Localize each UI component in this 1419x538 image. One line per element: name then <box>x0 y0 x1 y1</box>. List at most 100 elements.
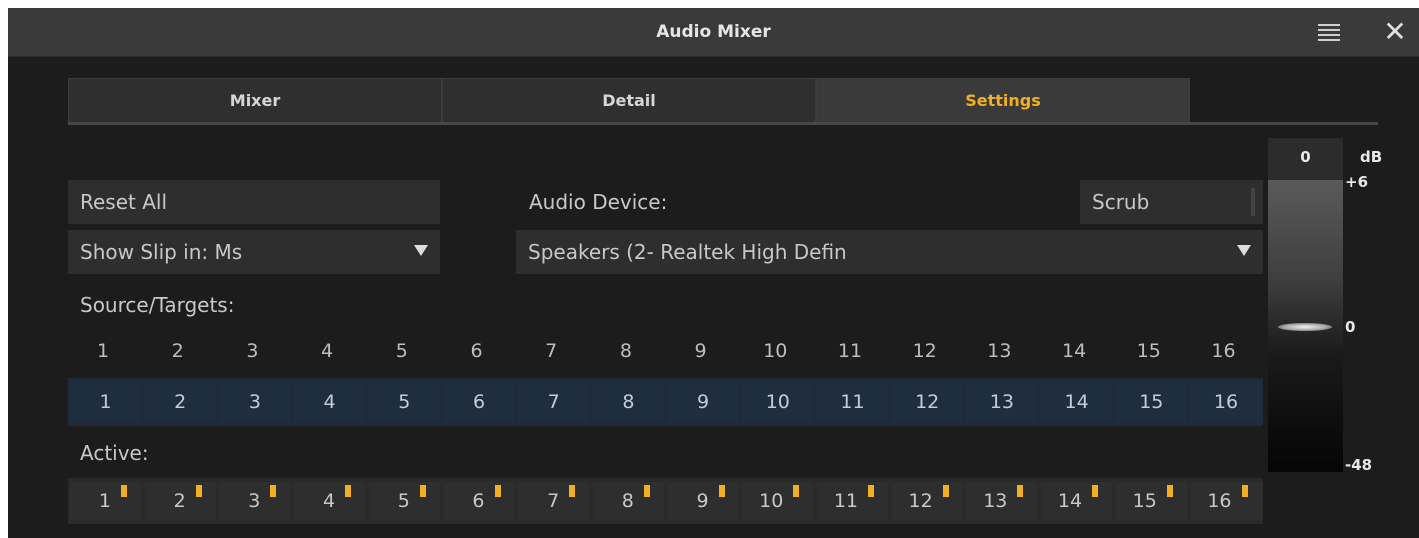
active-indicator-icon <box>1017 485 1024 497</box>
db-tick-minus48: -48 <box>1345 456 1373 474</box>
routing-target-cell[interactable]: 15 <box>1115 382 1187 422</box>
active-channel-toggle[interactable]: 3 <box>219 482 291 520</box>
channel-number-label: 11 <box>837 340 863 362</box>
channel-number-label: 3 <box>246 340 259 362</box>
active-channel-number: 16 <box>1207 490 1232 512</box>
routing-target-cell[interactable]: 9 <box>667 382 739 422</box>
active-channel-number: 2 <box>173 490 186 512</box>
routing-target-cell[interactable]: 12 <box>891 382 963 422</box>
routing-target-cell[interactable]: 4 <box>294 382 366 422</box>
tab-mixer[interactable]: Mixer <box>68 78 442 124</box>
channel-number-label: 8 <box>619 340 632 362</box>
active-indicator-icon <box>868 485 874 497</box>
active-indicator-icon <box>718 485 725 497</box>
active-channel-number: 8 <box>621 490 634 512</box>
active-channel-number: 3 <box>248 490 261 512</box>
routing-target-cell[interactable]: 13 <box>966 382 1038 422</box>
channel-number-label: 15 <box>1136 340 1161 362</box>
reset-all-label: Reset All <box>80 190 168 214</box>
active-channel-number: 6 <box>472 490 485 512</box>
level-meter[interactable] <box>1268 180 1343 472</box>
title-bar: Audio Mixer ✕ <box>8 8 1419 57</box>
active-channel-toggle[interactable]: 14 <box>1041 482 1113 520</box>
active-channel-number: 14 <box>1057 490 1083 512</box>
channel-number-label: 13 <box>987 340 1012 362</box>
active-indicator-icon <box>195 485 202 497</box>
meter-level-readout: 0 <box>1300 148 1311 166</box>
active-channel-toggle[interactable]: 8 <box>592 482 664 520</box>
tab-detail[interactable]: Detail <box>442 78 816 124</box>
active-channel-toggle[interactable]: 4 <box>294 482 366 520</box>
reset-all-button[interactable]: Reset All <box>68 180 440 224</box>
audio-device-value: Speakers (2- Realtek High Defin <box>528 240 847 264</box>
active-channel-number: 12 <box>908 490 933 512</box>
routing-target-cell[interactable]: 16 <box>1190 382 1262 422</box>
active-channel-number: 10 <box>759 490 784 512</box>
audio-mixer-window: Audio Mixer ✕ Mixer Detail Settings Rese… <box>8 8 1419 538</box>
routing-target-cell[interactable]: 7 <box>518 382 590 422</box>
meter-readout-box: 0 <box>1268 138 1343 180</box>
channel-number-label: 14 <box>1062 340 1087 362</box>
active-indicator-icon <box>569 485 576 497</box>
active-channel-toggle[interactable]: 9 <box>667 482 739 520</box>
active-channel-toggle[interactable]: 6 <box>443 482 515 520</box>
active-channel-toggle[interactable]: 12 <box>891 482 963 520</box>
routing-target-cell[interactable]: 3 <box>219 382 291 422</box>
scrub-label: Scrub <box>1092 190 1150 214</box>
active-indicator-icon <box>643 485 650 497</box>
active-channel-toggle[interactable]: 5 <box>368 482 440 520</box>
channel-number-label: 9 <box>694 340 707 362</box>
scrub-toggle[interactable]: Scrub <box>1080 180 1263 224</box>
active-channel-toggle[interactable]: 15 <box>1115 482 1187 520</box>
active-channel-toggle[interactable]: 10 <box>742 482 814 520</box>
active-channel-number: 5 <box>397 490 410 512</box>
active-indicator-icon <box>1092 485 1099 497</box>
channel-number-label: 16 <box>1211 340 1236 362</box>
audio-device-label: Audio Device: <box>529 190 668 214</box>
active-channel-number: 15 <box>1132 490 1157 512</box>
active-channel-toggle[interactable]: 13 <box>966 482 1038 520</box>
routing-target-cell[interactable]: 2 <box>144 382 216 422</box>
routing-target-cell[interactable]: 1 <box>70 382 141 422</box>
active-indicator-icon <box>419 485 426 497</box>
active-channel-toggle[interactable]: 16 <box>1190 482 1262 520</box>
db-unit-label: dB <box>1360 148 1383 166</box>
routing-target-cell[interactable]: 10 <box>742 382 814 422</box>
channel-number-label: 2 <box>171 340 184 362</box>
window-title: Audio Mixer <box>656 22 771 42</box>
menu-lines-icon[interactable] <box>1318 24 1340 41</box>
tab-settings[interactable]: Settings <box>816 78 1190 124</box>
channel-number-label: 6 <box>470 340 483 362</box>
active-label: Active: <box>80 441 149 465</box>
source-targets-label: Source/Targets: <box>80 293 235 317</box>
active-indicator-icon <box>1241 485 1248 497</box>
close-icon[interactable]: ✕ <box>1380 16 1410 48</box>
routing-target-cell[interactable]: 8 <box>592 382 664 422</box>
routing-target-cell[interactable]: 6 <box>443 382 515 422</box>
scrub-indicator <box>1251 188 1255 216</box>
active-indicator-icon <box>793 485 800 497</box>
routing-target-cell[interactable]: 14 <box>1041 382 1113 422</box>
fader-handle[interactable] <box>1278 323 1332 332</box>
active-channel-toggle[interactable]: 7 <box>518 482 590 520</box>
routing-target-cell[interactable]: 5 <box>368 382 440 422</box>
active-channel-number: 4 <box>323 490 336 512</box>
routing-row: 1 2 3 4 5 6 7 8 9 10 11 12 13 14 15 16 <box>68 378 1263 426</box>
active-indicator-icon <box>942 485 949 497</box>
channel-number-label: 12 <box>912 340 937 362</box>
chevron-down-icon <box>414 245 428 256</box>
channel-number-label: 5 <box>395 340 408 362</box>
active-channel-toggle[interactable]: 2 <box>144 482 216 520</box>
active-indicator-icon <box>345 485 352 497</box>
active-channel-number: 13 <box>983 490 1008 512</box>
tab-divider <box>68 122 1378 125</box>
channel-number-label: 7 <box>545 340 558 362</box>
active-channel-toggle[interactable]: 11 <box>817 482 888 520</box>
routing-target-cell[interactable]: 11 <box>817 382 888 422</box>
active-channel-number: 11 <box>833 490 858 512</box>
channel-number-label: 4 <box>321 340 334 362</box>
chevron-down-icon <box>1237 245 1251 256</box>
active-channel-toggle[interactable]: 1 <box>70 482 141 520</box>
audio-device-dropdown[interactable]: Speakers (2- Realtek High Defin <box>516 230 1263 274</box>
show-slip-dropdown[interactable]: Show Slip in: Ms <box>68 230 440 274</box>
